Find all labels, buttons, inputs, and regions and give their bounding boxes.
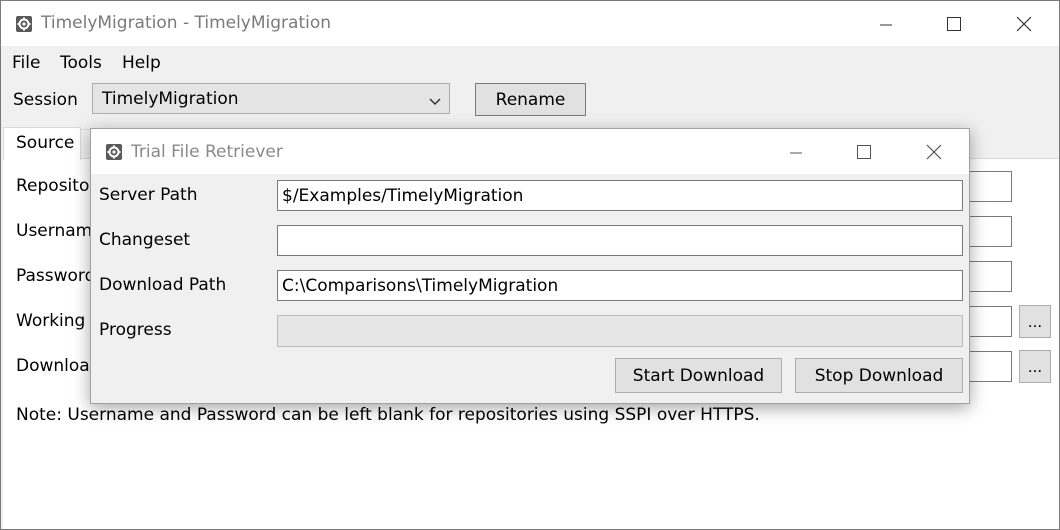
stop-download-button[interactable]: Stop Download xyxy=(795,358,963,393)
repository-input[interactable] xyxy=(963,171,1012,202)
close-icon xyxy=(926,144,942,159)
rename-button[interactable]: Rename xyxy=(475,83,586,116)
menu-tools[interactable]: Tools xyxy=(60,53,102,73)
maximize-icon xyxy=(947,16,961,31)
session-label: Session xyxy=(13,90,78,110)
window-title: TimelyMigration - TimelyMigration xyxy=(41,13,332,33)
download-path-label: Download Path xyxy=(99,275,227,295)
maximize-icon xyxy=(857,144,871,159)
download-label: Download xyxy=(16,356,101,376)
dialog-title-bar[interactable]: Trial File Retriever xyxy=(91,129,969,174)
gear-app-icon xyxy=(15,15,33,33)
changeset-label: Changeset xyxy=(99,230,191,250)
session-selected-value: TimelyMigration xyxy=(102,89,239,109)
password-label: Password xyxy=(16,266,96,286)
tab-source[interactable]: Source xyxy=(3,127,81,160)
minimize-icon xyxy=(790,152,802,153)
session-dropdown[interactable]: TimelyMigration xyxy=(92,83,450,114)
gear-app-icon xyxy=(105,143,123,161)
browse-download-button[interactable]: ... xyxy=(1019,350,1051,383)
close-button[interactable] xyxy=(996,1,1052,46)
menu-file[interactable]: File xyxy=(12,53,40,73)
dialog-maximize-button[interactable] xyxy=(836,129,892,174)
browse-working-directory-button[interactable]: ... xyxy=(1019,305,1051,338)
dialog-minimize-button[interactable] xyxy=(768,129,824,174)
server-path-label: Server Path xyxy=(99,185,198,205)
close-icon xyxy=(1016,16,1032,31)
chevron-down-icon xyxy=(429,92,441,111)
username-input[interactable] xyxy=(963,216,1012,247)
minimize-icon xyxy=(880,24,892,25)
dialog-title: Trial File Retriever xyxy=(131,142,283,162)
server-path-input[interactable]: $/Examples/TimelyMigration xyxy=(277,180,963,211)
menu-help[interactable]: Help xyxy=(122,53,161,73)
note-text: Note: Username and Password can be left … xyxy=(16,405,760,425)
download-input[interactable] xyxy=(963,351,1012,382)
maximize-button[interactable] xyxy=(926,1,982,46)
title-bar[interactable]: TimelyMigration - TimelyMigration xyxy=(1,1,1059,46)
progress-label: Progress xyxy=(99,320,172,340)
minimize-button[interactable] xyxy=(858,1,914,46)
working-directory-input[interactable] xyxy=(963,306,1012,337)
download-path-input[interactable]: C:\Comparisons\TimelyMigration xyxy=(277,270,963,301)
changeset-input[interactable] xyxy=(277,225,963,256)
dialog-close-button[interactable] xyxy=(906,129,962,174)
trial-file-retriever-dialog: Trial File Retriever Server Path $/Examp… xyxy=(90,128,970,404)
download-progress-bar xyxy=(277,315,963,347)
password-input[interactable] xyxy=(963,261,1012,292)
start-download-button[interactable]: Start Download xyxy=(615,358,782,393)
